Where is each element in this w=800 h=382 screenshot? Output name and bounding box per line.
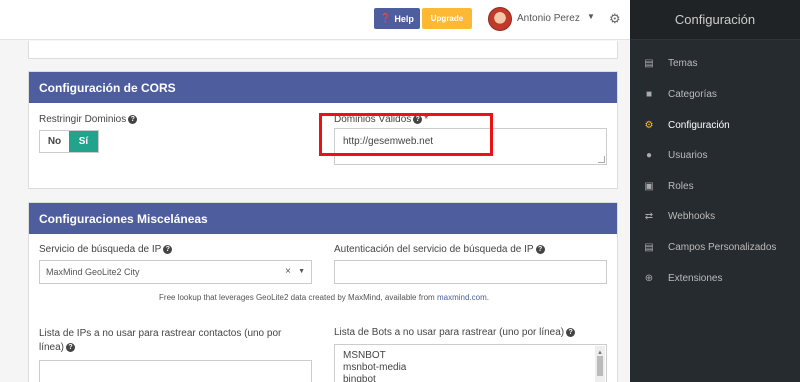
resize-handle[interactable] (598, 156, 605, 163)
bot-entry: msnbot-media (343, 362, 407, 373)
bot-entry: bingbot (343, 374, 376, 382)
main-content: Configuración de CORS Restringir Dominio… (0, 41, 630, 382)
previous-panel (28, 41, 618, 59)
exchange-icon: ⇄ (644, 210, 654, 222)
help-icon[interactable]: ? (535, 244, 545, 254)
help-icon[interactable]: ? (163, 244, 173, 254)
toggle-no-button[interactable]: No (40, 131, 69, 152)
sidebar-item-extensiones[interactable]: ⊕ Extensiones (630, 266, 800, 290)
user-menu-caret-icon[interactable]: ▼ (587, 12, 595, 21)
sidebar-item-configuracion[interactable]: ⚙ Configuración (630, 113, 800, 137)
list-icon: ▤ (644, 241, 654, 253)
bot-entry: MSNBOT (343, 350, 386, 361)
misc-panel-title: Configuraciones Misceláneas (29, 203, 617, 234)
gear-icon[interactable]: ⚙ (609, 11, 621, 27)
sidebar-item-categorias[interactable]: ■ Categorías (630, 82, 800, 106)
highlight-box (319, 113, 493, 156)
ips-label: Lista de IPs a no usar para rastrear con… (39, 328, 282, 353)
lock-icon: ▣ (644, 180, 654, 192)
cors-panel-title: Configuración de CORS (29, 72, 617, 103)
bots-textarea[interactable]: MSNBOT msnbot-media bingbot ▲ (334, 344, 607, 382)
sidebar-item-campos-personalizados[interactable]: ▤ Campos Personalizados (630, 235, 800, 259)
sidebar-title: Configuración (630, 0, 800, 40)
help-icon[interactable]: ? (566, 327, 576, 337)
sidebar-item-temas[interactable]: ▤ Temas (630, 51, 800, 75)
ip-service-label: Servicio de búsqueda de IP? (39, 244, 173, 255)
toggle-si-button[interactable]: Sí (69, 131, 98, 152)
bots-scrollbar[interactable]: ▲ (595, 346, 605, 382)
clear-icon[interactable]: × (285, 266, 291, 277)
cogs-icon: ⚙ (644, 119, 654, 131)
folder-icon: ■ (645, 88, 653, 100)
upgrade-button[interactable]: Upgrade (422, 8, 472, 29)
ip-service-note: Free lookup that leverages GeoLite2 data… (159, 293, 489, 302)
theme-icon: ▤ (644, 57, 654, 69)
help-icon[interactable]: ? (66, 342, 76, 352)
scroll-thumb[interactable] (597, 356, 603, 376)
bots-label: Lista de Bots a no usar para rastrear (u… (334, 327, 576, 338)
maxmind-link[interactable]: maxmind.com (437, 293, 487, 302)
ips-textarea[interactable] (39, 360, 312, 382)
help-button[interactable]: ❓ Help (374, 8, 420, 29)
help-icon[interactable]: ? (128, 114, 138, 124)
ip-service-select[interactable]: MaxMind GeoLite2 City × ▼ (39, 260, 312, 284)
sidebar: Configuración ▤ Temas ■ Categorías ⚙ Con… (630, 0, 800, 382)
ip-auth-input[interactable] (334, 260, 607, 284)
restrict-domains-toggle[interactable]: No Sí (39, 130, 99, 153)
help-button-label: Help (394, 13, 414, 24)
sidebar-item-usuarios[interactable]: ● Usuarios (630, 143, 800, 167)
misc-panel: Configuraciones Misceláneas Servicio de … (28, 202, 618, 382)
user-name[interactable]: Antonio Perez (517, 13, 580, 24)
ip-auth-label: Autenticación del servicio de búsqueda d… (334, 244, 545, 255)
users-icon: ● (645, 149, 653, 161)
top-bar: ❓ Help Upgrade Antonio Perez ▼ ⚙ (0, 0, 630, 40)
ip-service-value: MaxMind GeoLite2 City (46, 267, 140, 277)
avatar[interactable] (488, 7, 512, 31)
restrict-domains-label: Restringir Dominios? (39, 114, 138, 125)
plus-circle-icon: ⊕ (644, 272, 654, 284)
help-icon: ❓ (380, 13, 392, 23)
chevron-down-icon[interactable]: ▼ (298, 268, 305, 275)
sidebar-item-roles[interactable]: ▣ Roles (630, 174, 800, 198)
sidebar-item-webhooks[interactable]: ⇄ Webhooks (630, 204, 800, 228)
